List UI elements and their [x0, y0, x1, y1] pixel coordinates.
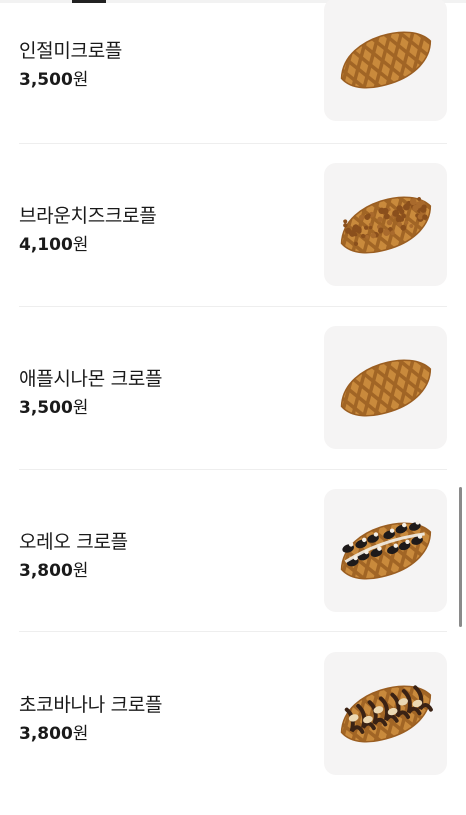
- menu-item-name: 브라운치즈크로플: [19, 201, 156, 228]
- apple-cinnamon-croffle-photo: [324, 326, 447, 449]
- menu-item[interactable]: 오레오 크로플 3,800원: [0, 489, 466, 652]
- menu-item-name: 인절미크로플: [19, 36, 122, 63]
- croffle-illustration: [324, 163, 447, 286]
- menu-item-price: 3,500원: [19, 393, 88, 418]
- menu-item-price: 3,500원: [19, 65, 88, 90]
- menu-item[interactable]: 인절미크로플 3,500원: [0, 0, 466, 161]
- divider: [19, 306, 447, 307]
- croffle-illustration: [324, 326, 447, 449]
- menu-item[interactable]: 초코바나나 크로플 3,800원: [0, 652, 466, 815]
- croffle-illustration: [324, 652, 447, 775]
- scrollbar[interactable]: [459, 487, 462, 627]
- choco-banana-croffle-photo: [324, 652, 447, 775]
- croffle-illustration: [324, 489, 447, 612]
- brown-cheese-croffle-photo: [324, 163, 447, 286]
- menu-item-name: 초코바나나 크로플: [19, 690, 162, 717]
- divider: [19, 143, 447, 144]
- injeolmi-croffle-photo: [324, 0, 447, 121]
- croffle-illustration: [324, 0, 447, 121]
- divider: [19, 469, 447, 470]
- menu-item-name: 애플시나몬 크로플: [19, 364, 162, 391]
- menu-item[interactable]: 브라운치즈크로플 4,100원: [0, 163, 466, 326]
- oreo-croffle-photo: [324, 489, 447, 612]
- menu-item-price: 4,100원: [19, 230, 88, 255]
- menu-item[interactable]: 애플시나몬 크로플 3,500원: [0, 326, 466, 489]
- divider: [19, 631, 447, 632]
- menu-item-name: 오레오 크로플: [19, 527, 128, 554]
- menu-item-price: 3,800원: [19, 719, 88, 744]
- menu-item-price: 3,800원: [19, 556, 88, 581]
